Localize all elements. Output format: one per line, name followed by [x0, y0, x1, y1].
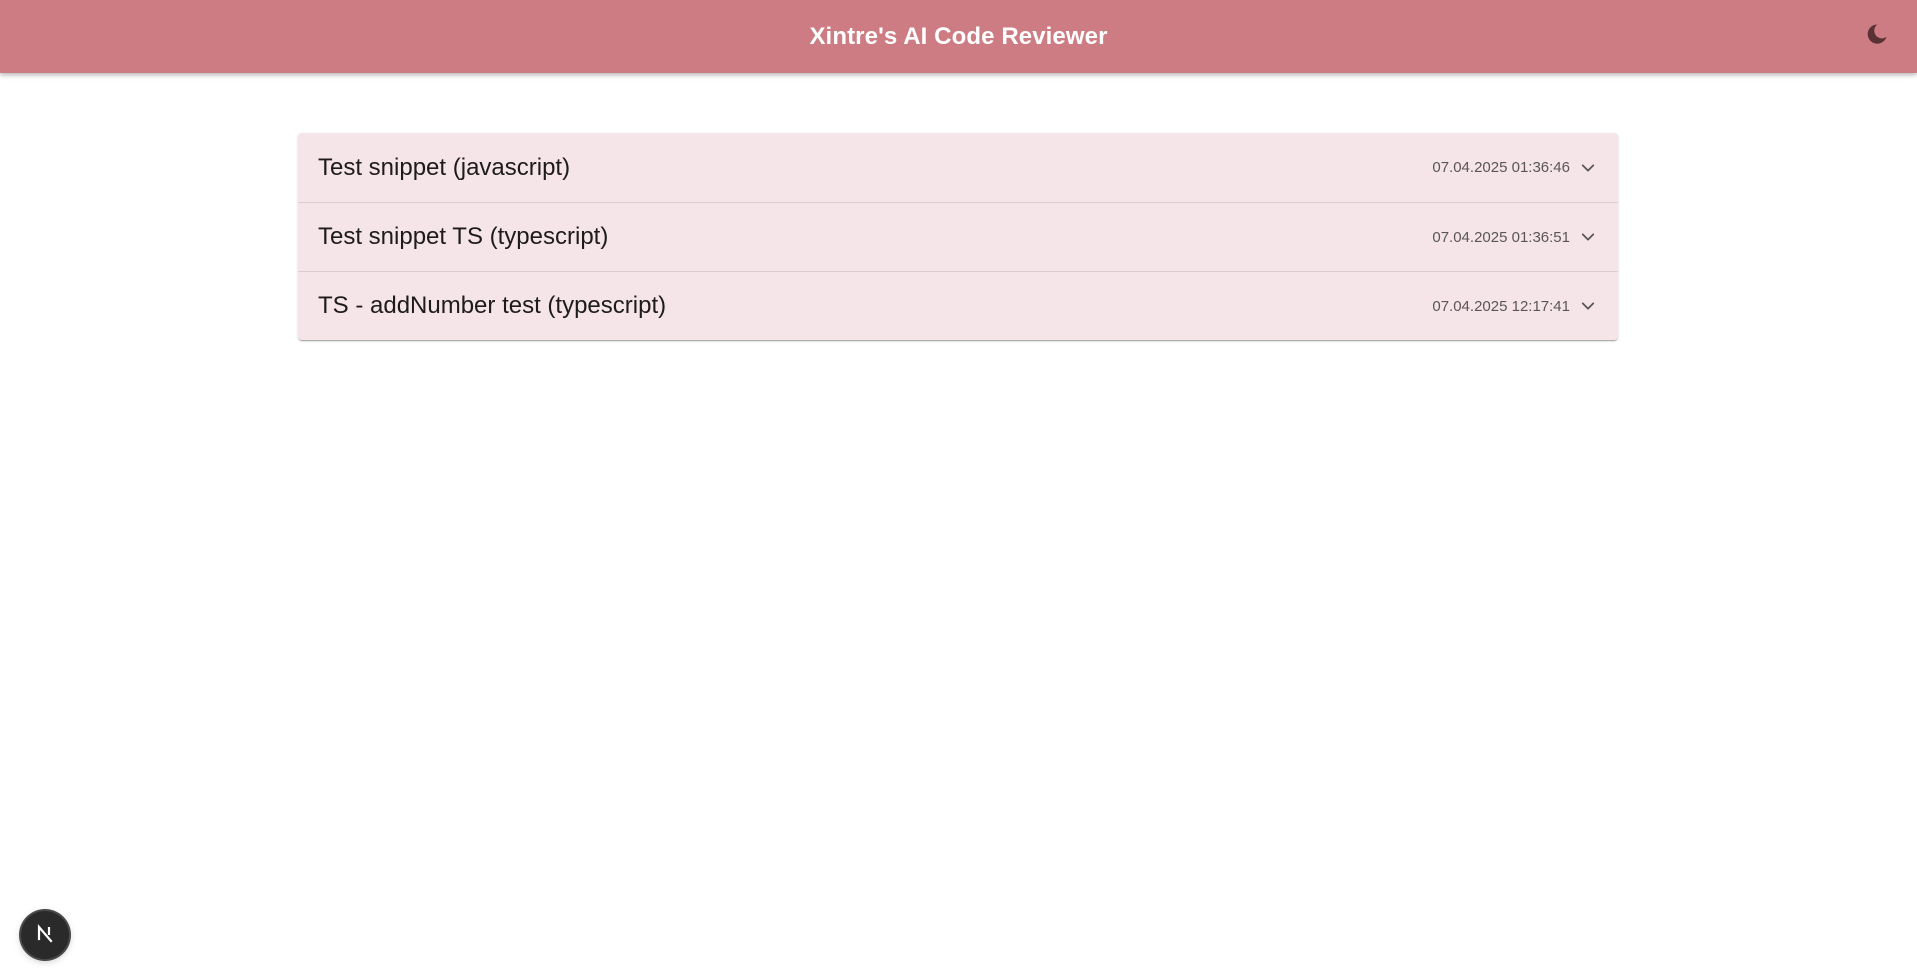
app-bar: Xintre's AI Code Reviewer	[0, 0, 1917, 73]
app-title: Xintre's AI Code Reviewer	[809, 22, 1108, 50]
snippet-title: TS - addNumber test (typescript)	[318, 292, 667, 319]
nextjs-logo-icon	[35, 923, 55, 948]
moon-icon	[1865, 22, 1889, 51]
snippet-title: Test snippet (javascript)	[318, 153, 571, 181]
chevron-down-icon[interactable]	[1578, 227, 1598, 247]
snippet-row[interactable]: Test snippet TS (typescript) 07.04.2025 …	[298, 202, 1618, 271]
chevron-down-icon[interactable]	[1578, 158, 1598, 178]
snippet-date: 07.04.2025 12:17:41	[1432, 297, 1570, 315]
nextjs-dev-badge[interactable]	[21, 911, 69, 959]
snippet-row[interactable]: Test snippet (javascript) 07.04.2025 01:…	[298, 133, 1618, 202]
snippet-list: Test snippet (javascript) 07.04.2025 01:…	[298, 133, 1618, 340]
snippet-date: 07.04.2025 01:36:46	[1432, 159, 1570, 176]
snippet-title: Test snippet TS (typescript)	[318, 223, 609, 250]
snippet-date: 07.04.2025 01:36:51	[1432, 228, 1570, 246]
chevron-down-icon[interactable]	[1578, 296, 1598, 316]
snippet-row[interactable]: TS - addNumber test (typescript) 07.04.2…	[298, 271, 1618, 340]
theme-toggle-button[interactable]	[1859, 18, 1895, 54]
